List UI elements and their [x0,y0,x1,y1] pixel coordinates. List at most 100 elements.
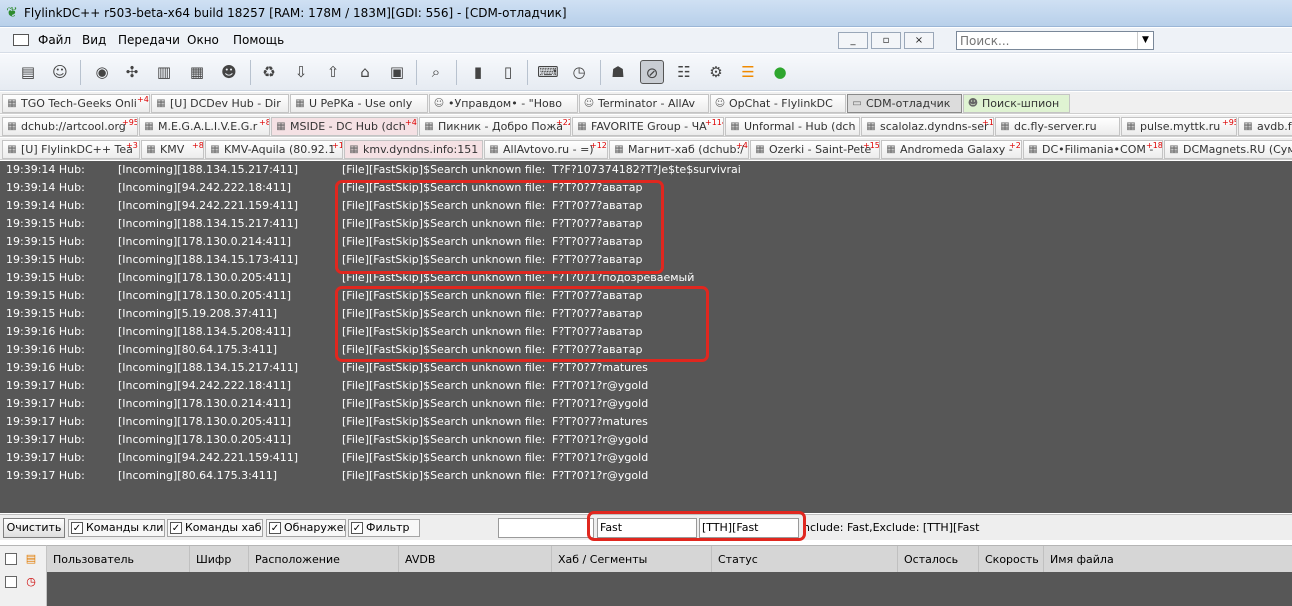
globe-icon[interactable]: ● [768,60,792,84]
hub-tab[interactable]: ▦ U PePKa - Use only [290,94,428,113]
hub-tab[interactable]: ▦ AllAvtovo.ru - =) +12 [484,140,608,159]
reconnect-icon[interactable]: ◉ [90,60,114,84]
column-location[interactable]: Расположение [249,546,399,573]
minimize-button[interactable]: _ [838,32,868,49]
cdm-debug-icon[interactable]: ⊘ [640,60,664,84]
private-chat-tab[interactable]: ☺ •Управдом• - "Ново [429,94,578,113]
tab-spy-search[interactable]: ☻ Поиск-шпион [963,94,1070,113]
hub-icon: ▦ [614,144,624,155]
home-upload-icon[interactable]: ⌂ [353,60,377,84]
server-icon[interactable]: ▮ [466,60,490,84]
favorite-hubs-icon[interactable]: ▥ [152,60,176,84]
hub-tab[interactable]: ▦Ozerki - Saint-Pete+152 [750,140,880,159]
hub-icon: ▦ [755,144,765,155]
hub-tab[interactable]: ▦ KMV-Aquila (80.92.1 +1 [205,140,343,159]
hub-tab[interactable]: ▦ [U] DCDev Hub - Dir [151,94,289,113]
user-icon: ☺ [714,98,726,109]
hub-tab[interactable]: ▦ DC•Filimania•COM - +18 [1023,140,1163,159]
column-status[interactable]: Статус [712,546,898,573]
network-stats-icon[interactable]: ☷ [672,60,696,84]
tab-cdm-debugger[interactable]: ▭ CDM-отладчик [847,94,962,113]
highlight-box [335,286,709,362]
transfers-checkbox[interactable] [5,553,17,565]
hub-icon: ▦ [7,98,17,109]
public-hubs-icon[interactable]: ▤ [16,60,40,84]
search-combobox[interactable]: ▼ [956,31,1154,50]
column-user[interactable]: Пользователь [47,546,190,573]
hub-tab[interactable]: ▦ Andromeda Galaxy - +2 [881,140,1022,159]
close-button[interactable]: × [904,32,934,49]
tab-row-1: ▦ TGO Tech-Geeks Onli +4 ▦ [U] DCDev Hub - … [0,92,1292,114]
hub-tab[interactable]: ▦avdb.feardc [1238,117,1292,136]
menu-window[interactable]: Окно [187,33,219,47]
user-notepad-icon[interactable]: ☗ [606,60,630,84]
ip-filter-input[interactable] [498,518,594,538]
hub-tab[interactable]: ▦ M.E.G.A.L.I.V.E.G.r +8 [139,117,270,136]
queue-icon[interactable]: ▯ [496,60,520,84]
hub-tab[interactable]: ▦ DCMagnets.RU (Сумм [1164,140,1292,159]
check-icon: ✓ [71,522,83,534]
menu-transfers[interactable]: Передачи [118,33,180,47]
toolbar-separator [250,60,251,85]
hub-tab[interactable]: ▦ KMV +8 [141,140,204,159]
users-icon[interactable]: ☻ [217,60,241,84]
private-chat-tab[interactable]: ☺ Terminator - AllAv [579,94,709,113]
hub-tab[interactable]: ▦ dc.fly-server.ru [995,117,1120,136]
hub-icon: ▦ [1126,121,1136,132]
filter-checkbox[interactable]: ✓ Фильтр [348,519,420,537]
hub-tab[interactable]: ▦ Unformal - Hub (dch [725,117,860,136]
restore-button[interactable]: ▫ [871,32,901,49]
system-menu-icon[interactable] [13,34,29,46]
hub-tab[interactable]: ▦Пикник - Добро Пожа+22 [419,117,571,136]
menu-file[interactable]: Файл [38,33,71,47]
transfers-checkbox[interactable] [5,576,17,588]
private-chat-tab[interactable]: ☺ OpChat - FlylinkDC [710,94,846,113]
hub-tab[interactable]: ▦pulse.myttk.ru+95 [1121,117,1237,136]
hub-tab[interactable]: ▦ [U] FlylinkDC++ Tea +3 [2,140,140,159]
spy-icon: ☻ [967,98,979,109]
clear-button[interactable]: Очистить [3,518,65,538]
hub-commands-checkbox[interactable]: ✓ Команды хаба [167,519,263,537]
hub-tab[interactable]: ▦ Магнит-хаб (dchub:/+4 [609,140,749,159]
upload-icon[interactable]: ⇧ [321,60,345,84]
toolbar-separator [456,60,457,85]
book-icon[interactable]: ▣ [385,60,409,84]
column-filename[interactable]: Имя файла [1044,546,1292,573]
downloads-icon[interactable]: ▤ [24,552,38,566]
highlight-box [335,180,664,274]
keyboard-icon[interactable]: ⌨ [536,60,560,84]
hub-tab[interactable]: ▦ scalolaz.dyndns-ser +1 [861,117,994,136]
search-icon[interactable]: ⌕ [424,60,448,84]
hub-tab[interactable]: ▦ TGO Tech-Geeks Onli +4 [2,94,150,113]
network-icon[interactable]: ✣ [120,60,144,84]
rss-icon[interactable]: ☰ [736,60,760,84]
column-hub-segments[interactable]: Хаб / Сегменты [552,546,712,573]
toolbar-separator [416,60,417,85]
settings-icon[interactable]: ⚙ [704,60,728,84]
clock-icon[interactable]: ◷ [567,60,591,84]
hub-tab[interactable]: ▦ MSIDE - DC Hub (dch +4 [271,117,418,136]
column-remaining[interactable]: Осталось [898,546,979,573]
transfers-grid[interactable] [47,572,1292,606]
column-avdb[interactable]: AVDB [399,546,552,573]
clock-icon[interactable]: ◷ [24,575,38,589]
chevron-down-icon[interactable]: ▼ [1137,32,1153,49]
tab-row-2: ▦ dchub://artcool.org +95 ▦ M.E.G.A.L.I.V.E… [0,115,1292,137]
hub-tab[interactable]: ▦ kmv.dyndns.info:151 [344,140,483,159]
hub-tab[interactable]: ▦ dchub://artcool.org +95 [2,117,138,136]
toolbar-separator [80,60,81,85]
detection-checkbox[interactable]: ✓Обнаружени [266,519,346,537]
column-speed[interactable]: Скорость [979,546,1044,573]
menu-bar: Файл Вид Передачи Окно Помощь _ ▫ × ▼ [0,28,1292,53]
download-icon[interactable]: ⇩ [289,60,313,84]
add-hub-icon[interactable]: ▦ [185,60,209,84]
title-bar: ❦ FlylinkDC++ r503-beta-x64 build 18257 … [0,0,1292,27]
recycle-icon[interactable]: ♻ [257,60,281,84]
hub-tab[interactable]: ▦FAVORITE Group - ЧА+114 [572,117,724,136]
search-input[interactable] [957,32,1132,49]
favorite-users-icon[interactable]: ☺ [48,60,72,84]
column-cipher[interactable]: Шифр [190,546,249,573]
menu-help[interactable]: Помощь [233,33,284,47]
menu-view[interactable]: Вид [82,33,106,47]
client-commands-checkbox[interactable]: ✓Команды клиен [68,519,165,537]
